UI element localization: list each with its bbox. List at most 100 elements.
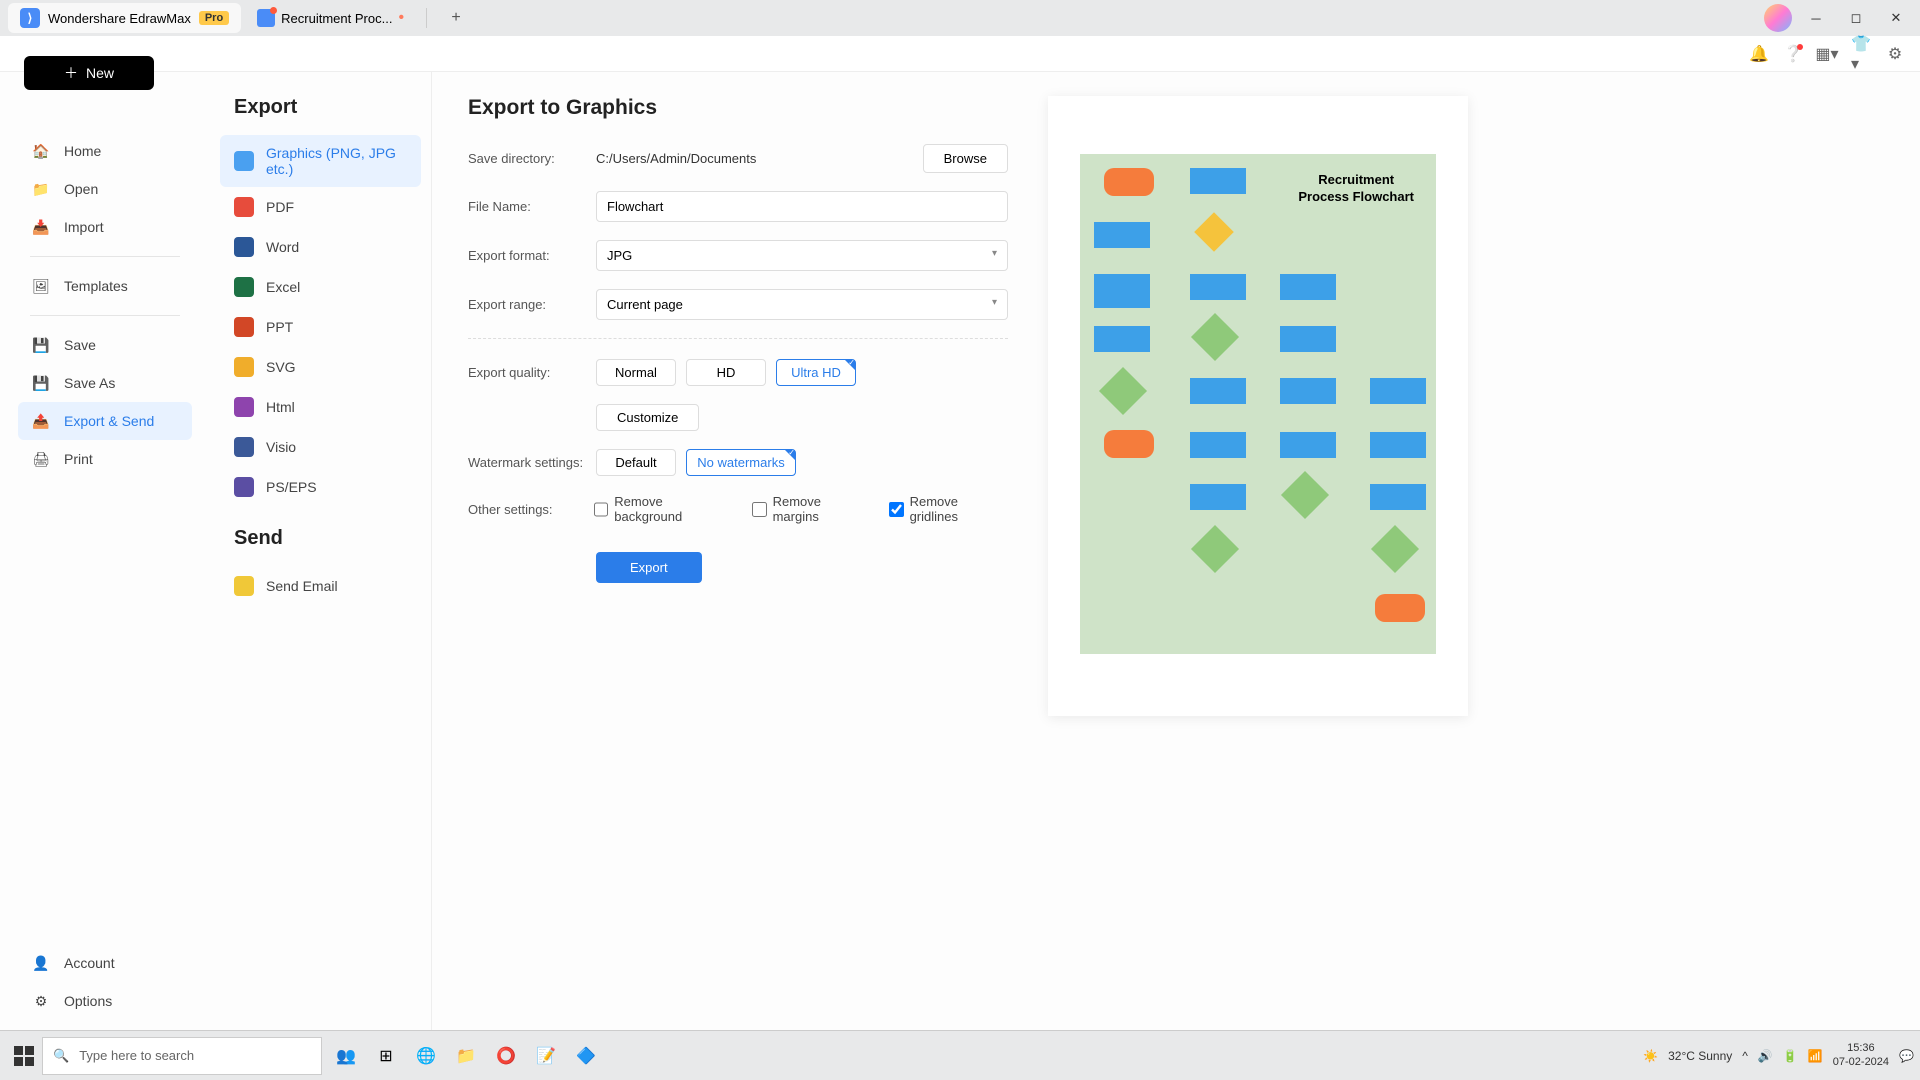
main: 🏠Home 📁Open 📥Import 🖼Templates 💾Save 💾Sa… <box>0 72 1920 1030</box>
quality-ultrahd[interactable]: Ultra HD <box>776 359 856 386</box>
export-word[interactable]: Word <box>210 227 431 267</box>
nav-export-send[interactable]: 📤Export & Send <box>18 402 192 440</box>
tb-people-icon[interactable]: 👥 <box>328 1037 364 1075</box>
grid-icon[interactable]: ▦▾ <box>1818 45 1836 63</box>
print-icon: 🖨 <box>32 450 50 468</box>
search-icon: 🔍 <box>53 1048 69 1064</box>
export-label: Send Email <box>266 578 338 594</box>
nav-saveas[interactable]: 💾Save As <box>18 364 192 402</box>
bell-icon[interactable]: 🔔 <box>1750 45 1768 63</box>
tb-chrome-icon[interactable]: ⭕ <box>488 1037 524 1075</box>
fc-node <box>1194 212 1234 252</box>
export-html[interactable]: Html <box>210 387 431 427</box>
export-panel: Export Graphics (PNG, JPG etc.) PDF Word… <box>210 72 432 1030</box>
templates-icon: 🖼 <box>32 277 50 295</box>
windows-start-icon[interactable] <box>12 1044 36 1068</box>
help-icon[interactable]: ❔ <box>1784 45 1802 63</box>
close-button[interactable]: ✕ <box>1880 4 1912 32</box>
fc-node <box>1370 484 1426 510</box>
export-svg[interactable]: SVG <box>210 347 431 387</box>
checkbox-input[interactable] <box>594 502 609 517</box>
watermark-none[interactable]: No watermarks <box>686 449 796 476</box>
export-ppt[interactable]: PPT <box>210 307 431 347</box>
quality-hd[interactable]: HD <box>686 359 766 386</box>
account-icon: 👤 <box>32 954 50 972</box>
weather-icon[interactable]: ☀️ <box>1643 1049 1658 1063</box>
fc-node <box>1370 378 1426 404</box>
range-select[interactable]: Current page <box>596 289 1008 320</box>
topbar: 🔔 ❔ ▦▾ 👕▾ ⚙ <box>0 36 1920 72</box>
new-tab-button[interactable]: + <box>445 7 467 29</box>
format-label: Export format: <box>468 248 596 263</box>
shirt-icon[interactable]: 👕▾ <box>1852 45 1870 63</box>
fc-node <box>1104 430 1154 458</box>
nav-save[interactable]: 💾Save <box>18 326 192 364</box>
nav-templates[interactable]: 🖼Templates <box>18 267 192 305</box>
export-excel[interactable]: Excel <box>210 267 431 307</box>
weather-text[interactable]: 32°C Sunny <box>1668 1049 1732 1063</box>
user-avatar[interactable] <box>1764 4 1792 32</box>
tb-edge-icon[interactable]: 🌐 <box>408 1037 444 1075</box>
tray-battery-icon[interactable]: 🔋 <box>1783 1049 1798 1063</box>
export-pdf[interactable]: PDF <box>210 187 431 227</box>
nav-label: Save As <box>64 375 115 391</box>
minimize-button[interactable]: ─ <box>1800 4 1832 32</box>
save-dir-label: Save directory: <box>468 151 596 166</box>
tray-wifi-icon[interactable]: 📶 <box>1808 1049 1823 1063</box>
export-button[interactable]: Export <box>596 552 702 583</box>
fc-node <box>1191 313 1239 361</box>
range-label: Export range: <box>468 297 596 312</box>
image-icon <box>234 151 254 171</box>
remove-bg-checkbox[interactable]: Remove background <box>594 494 732 524</box>
watermark-default[interactable]: Default <box>596 449 676 476</box>
chk-label: Remove margins <box>773 494 869 524</box>
nav-open[interactable]: 📁Open <box>18 170 192 208</box>
settings-icon[interactable]: ⚙ <box>1886 45 1904 63</box>
tray-notifications-icon[interactable]: 💬 <box>1899 1049 1914 1063</box>
quality-normal[interactable]: Normal <box>596 359 676 386</box>
app-tab[interactable]: ⟩ Wondershare EdrawMax Pro <box>8 3 241 33</box>
app-logo-icon: ⟩ <box>20 8 40 28</box>
checkbox-input[interactable] <box>752 502 767 517</box>
maximize-button[interactable]: ◻ <box>1840 4 1872 32</box>
taskbar-search[interactable]: 🔍 Type here to search <box>42 1037 322 1075</box>
customize-button[interactable]: Customize <box>596 404 699 431</box>
tb-taskview-icon[interactable]: ⊞ <box>368 1037 404 1075</box>
other-label: Other settings: <box>468 502 594 517</box>
nav-separator <box>30 256 180 257</box>
export-title: Export <box>210 96 431 135</box>
import-icon: 📥 <box>32 218 50 236</box>
fc-node <box>1280 432 1336 458</box>
tb-edraw-icon[interactable]: 🔷 <box>568 1037 604 1075</box>
send-email[interactable]: Send Email <box>210 566 431 606</box>
chk-label: Remove background <box>614 494 732 524</box>
export-visio[interactable]: Visio <box>210 427 431 467</box>
export-pseps[interactable]: PS/EPS <box>210 467 431 507</box>
export-graphics[interactable]: Graphics (PNG, JPG etc.) <box>220 135 421 187</box>
flowchart-title: RecruitmentProcess Flowchart <box>1298 172 1414 206</box>
nav-home[interactable]: 🏠Home <box>18 132 192 170</box>
tray-chevron-icon[interactable]: ^ <box>1742 1049 1748 1063</box>
browse-button[interactable]: Browse <box>923 144 1008 173</box>
remove-gridlines-checkbox[interactable]: Remove gridlines <box>889 494 1008 524</box>
document-tab[interactable]: Recruitment Proc... • <box>245 3 416 33</box>
checkbox-input[interactable] <box>889 502 904 517</box>
tb-explorer-icon[interactable]: 📁 <box>448 1037 484 1075</box>
format-select[interactable]: JPG <box>596 240 1008 271</box>
new-button[interactable]: ＋ New <box>24 56 154 90</box>
nav-print[interactable]: 🖨Print <box>18 440 192 478</box>
export-label: PS/EPS <box>266 479 317 495</box>
format-value: JPG <box>607 248 632 263</box>
fc-node <box>1099 367 1147 415</box>
filename-input[interactable] <box>596 191 1008 222</box>
nav-import[interactable]: 📥Import <box>18 208 192 246</box>
tb-word-icon[interactable]: 📝 <box>528 1037 564 1075</box>
remove-margins-checkbox[interactable]: Remove margins <box>752 494 869 524</box>
pro-badge: Pro <box>199 11 229 25</box>
nav-account[interactable]: 👤Account <box>18 944 192 982</box>
taskbar-clock[interactable]: 15:3607-02-2024 <box>1833 1042 1889 1068</box>
export-label: Word <box>266 239 299 255</box>
taskbar: 🔍 Type here to search 👥 ⊞ 🌐 📁 ⭕ 📝 🔷 ☀️ 3… <box>0 1030 1920 1080</box>
nav-options[interactable]: ⚙Options <box>18 982 192 1020</box>
tray-volume-icon[interactable]: 🔊 <box>1758 1049 1773 1063</box>
